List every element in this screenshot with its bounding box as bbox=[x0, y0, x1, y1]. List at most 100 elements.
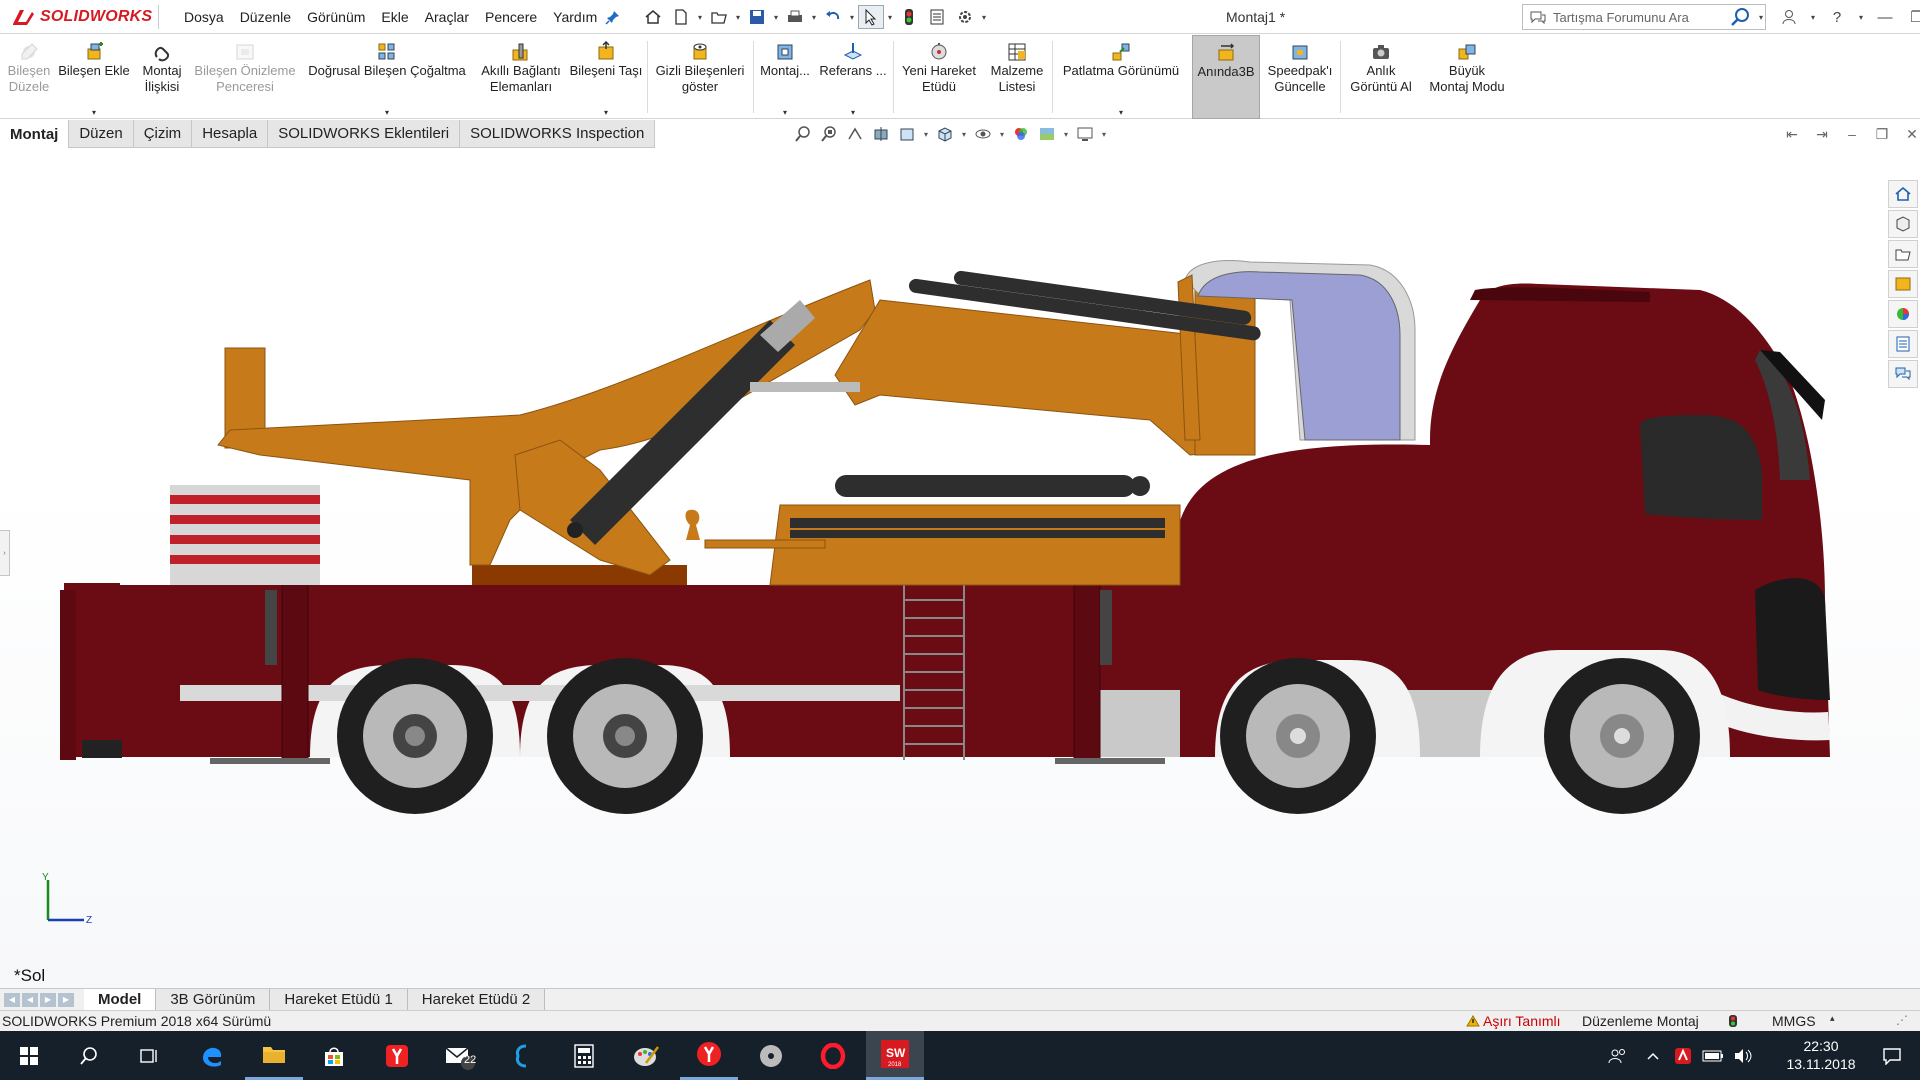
disc-app-button[interactable] bbox=[742, 1031, 800, 1080]
store-button[interactable] bbox=[305, 1031, 363, 1080]
search-input[interactable]: Tartışma Forumunu Ara bbox=[1553, 10, 1723, 25]
print-icon[interactable] bbox=[782, 5, 808, 29]
file-explorer-button[interactable] bbox=[245, 1031, 303, 1080]
move-component-button[interactable]: Bileşeni Taşı ▾ bbox=[568, 35, 644, 119]
edge-browser-button[interactable] bbox=[183, 1031, 241, 1080]
antivirus-icon[interactable] bbox=[1668, 1031, 1698, 1080]
edit-component-button[interactable]: Bileşen Düzele bbox=[4, 35, 54, 119]
yandex-browser-button[interactable] bbox=[368, 1031, 426, 1080]
chevron-down-icon[interactable]: ▾ bbox=[998, 130, 1006, 139]
yandex-browser-running-button[interactable] bbox=[680, 1031, 738, 1080]
calculator-button[interactable] bbox=[555, 1031, 613, 1080]
section-view-icon[interactable] bbox=[870, 123, 892, 145]
resize-grip-icon[interactable]: ⋰ bbox=[1896, 1013, 1908, 1027]
tab-layout[interactable]: Düzen bbox=[69, 120, 134, 148]
help-icon[interactable]: ? bbox=[1826, 6, 1848, 28]
chevron-down-icon[interactable]: ▾ bbox=[92, 108, 96, 117]
mate-button[interactable]: Montaj İlişkisi bbox=[134, 35, 190, 119]
chevron-down-icon[interactable]: ▾ bbox=[1062, 130, 1070, 139]
app-launcher-button[interactable] bbox=[493, 1031, 551, 1080]
tab-assembly[interactable]: Montaj bbox=[0, 120, 70, 148]
show-hidden-components-button[interactable]: Gizli Bileşenleri göster bbox=[650, 35, 750, 119]
assembly-features-button[interactable]: Montaj... ▾ bbox=[756, 35, 814, 119]
mail-button[interactable]: 22 bbox=[430, 1031, 488, 1080]
save-icon[interactable] bbox=[744, 5, 770, 29]
first-tab-icon[interactable]: ◀ bbox=[4, 992, 20, 1007]
view-settings-icon[interactable] bbox=[1074, 123, 1096, 145]
undo-icon[interactable] bbox=[820, 5, 846, 29]
large-assembly-mode-button[interactable]: Büyük Montaj Modu bbox=[1420, 35, 1514, 119]
chevron-up-icon[interactable]: ▴ bbox=[1830, 1013, 1835, 1024]
smart-fasteners-button[interactable]: Akıllı Bağlantı Elemanları bbox=[476, 35, 566, 119]
tab-3d-view[interactable]: 3B Görünüm bbox=[156, 989, 271, 1010]
unit-system[interactable]: MMGS bbox=[1772, 1013, 1816, 1029]
minimize-icon[interactable]: — bbox=[1874, 6, 1896, 28]
view-palette-icon[interactable] bbox=[1888, 270, 1918, 298]
tile-left-icon[interactable]: ⇤ bbox=[1784, 126, 1800, 142]
menu-insert[interactable]: Ekle bbox=[373, 9, 416, 25]
menu-window[interactable]: Pencere bbox=[477, 9, 545, 25]
forum-icon[interactable] bbox=[1888, 360, 1918, 388]
tab-evaluate[interactable]: Hesapla bbox=[192, 120, 269, 148]
pin-menu-icon[interactable] bbox=[605, 9, 621, 25]
chevron-down-icon[interactable]: ▾ bbox=[1858, 6, 1864, 28]
exploded-view-button[interactable]: Patlatma Görünümü ▾ bbox=[1056, 35, 1186, 119]
taskbar-search-button[interactable] bbox=[60, 1031, 118, 1080]
tab-model[interactable]: Model bbox=[84, 989, 157, 1010]
rebuild-indicator-icon[interactable] bbox=[1728, 1014, 1738, 1028]
battery-icon[interactable] bbox=[1698, 1031, 1728, 1080]
appearances-icon[interactable] bbox=[1888, 300, 1918, 328]
previous-view-icon[interactable] bbox=[844, 123, 866, 145]
next-tab-icon[interactable]: ▶ bbox=[40, 992, 56, 1007]
chevron-down-icon[interactable]: ▾ bbox=[810, 5, 818, 29]
file-properties-icon[interactable] bbox=[924, 5, 950, 29]
system-clock[interactable]: 22:30 13.11.2018 bbox=[1776, 1037, 1866, 1073]
graphics-area[interactable]: Y Z *Sol › bbox=[0, 148, 1920, 988]
chevron-down-icon[interactable]: ▾ bbox=[772, 5, 780, 29]
tab-addins[interactable]: SOLIDWORKS Eklentileri bbox=[268, 120, 461, 148]
update-speedpak-button[interactable]: Speedpak'ı Güncelle bbox=[1264, 35, 1336, 119]
chevron-down-icon[interactable]: ▾ bbox=[385, 108, 389, 117]
paint-button[interactable] bbox=[617, 1031, 675, 1080]
menu-edit[interactable]: Düzenle bbox=[232, 9, 299, 25]
custom-properties-icon[interactable] bbox=[1888, 330, 1918, 358]
chevron-down-icon[interactable]: ▾ bbox=[980, 5, 988, 29]
dynamic-annotation-icon[interactable] bbox=[896, 123, 918, 145]
chevron-down-icon[interactable]: ▾ bbox=[1100, 130, 1108, 139]
restore-icon[interactable]: ❐ bbox=[1906, 6, 1920, 28]
start-button[interactable] bbox=[0, 1031, 58, 1080]
solidworks-resources-icon[interactable] bbox=[1888, 180, 1918, 208]
people-icon[interactable] bbox=[1598, 1031, 1638, 1080]
tab-motion-study-2[interactable]: Hareket Etüdü 2 bbox=[407, 989, 546, 1010]
rebuild-icon[interactable] bbox=[896, 5, 922, 29]
forum-search-box[interactable]: Tartışma Forumunu Ara ▾ bbox=[1522, 4, 1766, 30]
chevron-down-icon[interactable]: ▾ bbox=[1757, 5, 1765, 29]
chevron-down-icon[interactable]: ▾ bbox=[1119, 108, 1123, 117]
tab-motion-study-1[interactable]: Hareket Etüdü 1 bbox=[270, 989, 408, 1010]
chevron-down-icon[interactable]: ▾ bbox=[960, 130, 968, 139]
feature-manager-toggle[interactable]: › bbox=[0, 530, 10, 576]
instant3d-button[interactable]: Anında3B bbox=[1192, 35, 1260, 119]
bill-of-materials-button[interactable]: Malzeme Listesi bbox=[984, 35, 1050, 119]
chevron-down-icon[interactable]: ▾ bbox=[886, 5, 894, 29]
linear-pattern-button[interactable]: Doğrusal Bileşen Çoğaltma ▾ bbox=[302, 35, 472, 119]
last-tab-icon[interactable]: ▶ bbox=[58, 992, 74, 1007]
action-center-button[interactable] bbox=[1866, 1031, 1918, 1080]
new-motion-study-button[interactable]: Yeni Hareket Etüdü bbox=[896, 35, 982, 119]
take-snapshot-button[interactable]: Anlık Görüntü Al bbox=[1344, 35, 1418, 119]
minimize-icon[interactable]: – bbox=[1844, 126, 1860, 142]
chevron-down-icon[interactable]: ▾ bbox=[604, 108, 608, 117]
task-view-button[interactable] bbox=[120, 1031, 178, 1080]
chevron-down-icon[interactable]: ▾ bbox=[734, 5, 742, 29]
solidworks-logo[interactable]: SOLIDWORKS bbox=[10, 5, 152, 29]
options-gear-icon[interactable] bbox=[952, 5, 978, 29]
menu-tools[interactable]: Araçlar bbox=[417, 9, 477, 25]
solidworks-taskbar-button[interactable]: SW 2018 bbox=[866, 1031, 924, 1080]
over-defined-warning[interactable]: Aşırı Tanımlı bbox=[1466, 1013, 1561, 1029]
chevron-down-icon[interactable]: ▾ bbox=[848, 5, 856, 29]
chevron-down-icon[interactable]: ▾ bbox=[922, 130, 930, 139]
chevron-down-icon[interactable]: ▾ bbox=[1810, 6, 1816, 28]
chevron-down-icon[interactable]: ▾ bbox=[696, 5, 704, 29]
crane-truck-model[interactable] bbox=[0, 148, 1920, 988]
tile-right-icon[interactable]: ⇥ bbox=[1814, 126, 1830, 142]
